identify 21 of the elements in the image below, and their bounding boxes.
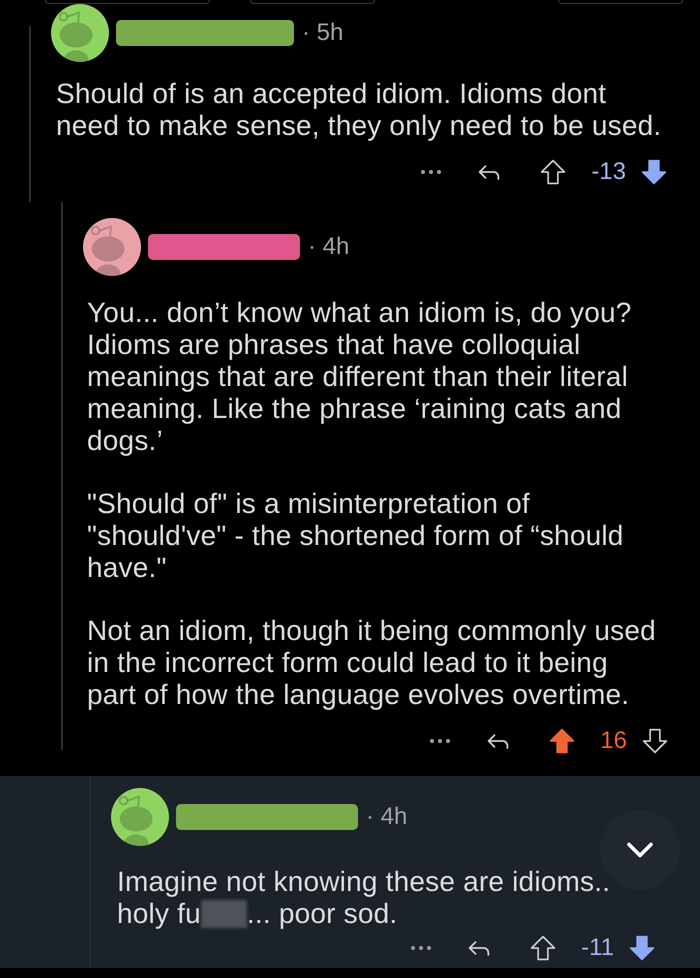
more-icon[interactable] — [421, 170, 442, 174]
downvote-icon[interactable] — [641, 159, 667, 185]
downvote-icon[interactable] — [629, 935, 655, 961]
upvote-icon[interactable] — [540, 159, 566, 185]
downvote-icon[interactable] — [642, 728, 668, 754]
comment-text: Not an idiom, though it being commonly used in the incorrect form could lead to it being part of how the language evolves overtime. — [87, 615, 656, 711]
censor-blur — [200, 900, 247, 928]
timestamp: · 4h — [366, 803, 408, 831]
more-icon[interactable] — [411, 946, 432, 950]
comment-text: You... don’t know what an idiom is, do you? Idioms are phrases that have colloquial meanings that are different than their literal meaning. Like the phrase ‘raining cats and dogs.’ — [87, 297, 632, 457]
timestamp: · 4h — [308, 233, 350, 261]
vote-score: -13 — [591, 158, 626, 186]
vote-score: -11 — [581, 934, 614, 962]
vote-score: 16 — [600, 727, 627, 755]
upvote-icon[interactable] — [530, 935, 556, 961]
timestamp: · 5h — [302, 19, 344, 47]
more-icon[interactable] — [430, 739, 450, 743]
comment-text: Imagine not knowing these are idioms.. holy fu ... poor sod. — [117, 866, 610, 930]
upvote-icon[interactable] — [549, 728, 576, 754]
comment-text: "Should of" is a misinterpretation of "should've" - the shortened form of “should have." — [87, 488, 624, 584]
comment-text: Should of is an accepted idiom. Idioms dont need to make sense, they only need to be used. — [56, 78, 662, 142]
